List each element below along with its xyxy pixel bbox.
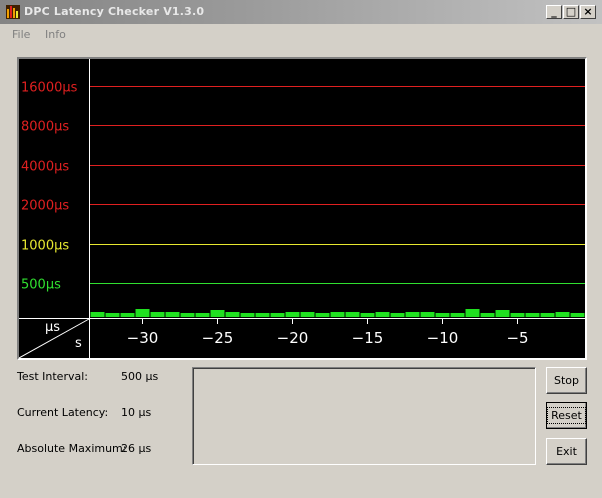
app-icon: [6, 5, 20, 19]
x-tick-label: −5: [506, 329, 528, 347]
latency-bar: [165, 312, 180, 317]
window-title: DPC Latency Checker V1.3.0: [24, 5, 205, 18]
current-latency-label: Current Latency:: [17, 406, 109, 419]
latency-bar: [285, 312, 300, 317]
stop-button-label: Stop: [553, 374, 579, 387]
latency-bar: [465, 309, 480, 317]
latency-graph: 16000µs 8000µs 4000µs 2000µs 1000µs 500µs µs s −…: [17, 57, 587, 360]
latency-bar: [135, 309, 150, 317]
x-tick-label: −30: [127, 329, 159, 347]
menu-bar: File Info: [0, 26, 602, 44]
latency-bar: [570, 313, 585, 317]
latency-bar: [360, 313, 375, 317]
latency-bar: [390, 313, 405, 317]
latency-bar: [375, 312, 390, 317]
stop-button[interactable]: Stop: [546, 367, 587, 394]
latency-bar: [270, 313, 285, 317]
latency-bar: [435, 313, 450, 317]
latency-bar: [345, 312, 360, 317]
reset-button-label: Reset: [547, 407, 586, 424]
latency-bar: [180, 313, 195, 317]
threshold-label: 500µs: [21, 278, 61, 293]
threshold-label: 2000µs: [21, 199, 69, 214]
latency-bar: [255, 313, 270, 317]
latency-bar: [300, 312, 315, 317]
latency-bar: [315, 313, 330, 317]
latency-bar: [240, 313, 255, 317]
latency-bar: [480, 313, 495, 317]
latency-bar: [105, 313, 120, 317]
latency-bar: [405, 312, 420, 317]
maximize-button[interactable]: □: [563, 5, 579, 19]
x-tick-label: −25: [202, 329, 234, 347]
latency-bar: [120, 313, 135, 317]
absolute-maximum-value: 26 µs: [121, 442, 152, 455]
threshold-label: 16000µs: [21, 81, 78, 96]
threshold-label: 8000µs: [21, 120, 69, 135]
test-interval-value: 500 µs: [121, 370, 159, 383]
latency-bar: [150, 312, 165, 317]
exit-button[interactable]: Exit: [546, 438, 587, 465]
test-interval-label: Test Interval:: [17, 370, 88, 383]
x-tick-label: −15: [352, 329, 384, 347]
absolute-maximum-label: Absolute Maximum:: [17, 442, 127, 455]
latency-chart: 16000µs 8000µs 4000µs 2000µs 1000µs 500µs µss −…: [19, 59, 585, 358]
x-tick-label: −20: [277, 329, 309, 347]
message-panel: [192, 367, 536, 465]
x-tick-label: −10: [427, 329, 459, 347]
threshold-label: 4000µs: [21, 160, 69, 175]
y-unit-label: µs: [45, 320, 60, 335]
menu-file[interactable]: File: [12, 28, 30, 41]
close-button[interactable]: ×: [580, 5, 596, 19]
minimize-button[interactable]: _: [546, 5, 562, 19]
latency-bar: [555, 312, 570, 317]
latency-bar: [540, 313, 555, 317]
current-latency-value: 10 µs: [121, 406, 152, 419]
latency-bar: [450, 313, 465, 317]
menu-info[interactable]: Info: [45, 28, 66, 41]
exit-button-label: Exit: [556, 445, 577, 458]
latency-bar: [225, 312, 240, 317]
latency-bar: [420, 312, 435, 317]
reset-button[interactable]: Reset: [546, 402, 587, 429]
latency-bar: [90, 312, 105, 317]
latency-bar: [525, 313, 540, 317]
latency-bar: [495, 310, 510, 317]
latency-bar: [210, 310, 225, 317]
latency-bar: [330, 312, 345, 317]
threshold-label: 1000µs: [21, 239, 69, 254]
latency-bar: [510, 313, 525, 317]
title-bar: DPC Latency Checker V1.3.0 _ □ ×: [0, 0, 602, 24]
x-unit-label: s: [75, 336, 82, 351]
latency-bar: [195, 313, 210, 317]
